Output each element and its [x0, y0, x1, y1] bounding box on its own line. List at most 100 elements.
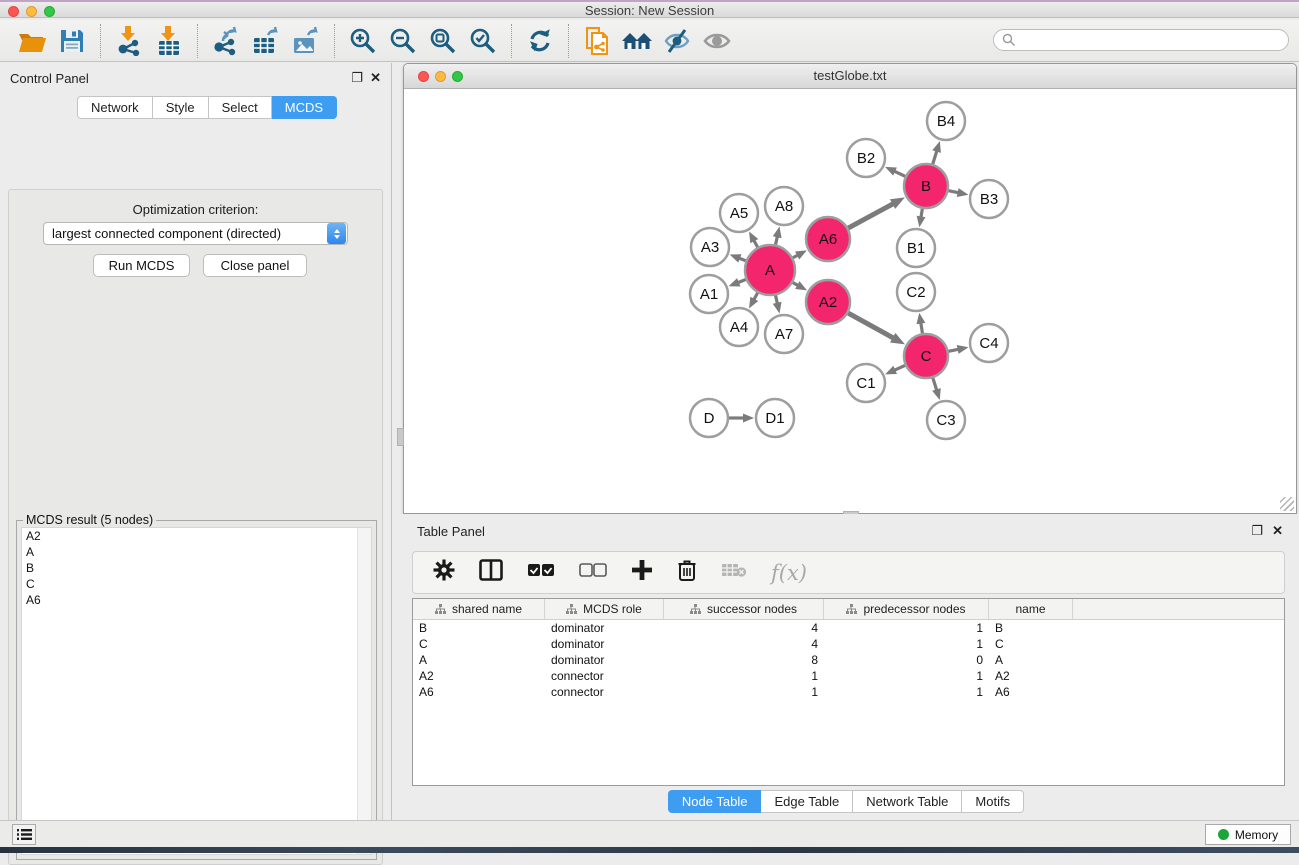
- tab-motifs[interactable]: Motifs: [962, 790, 1024, 813]
- table-cell: 1: [824, 669, 989, 683]
- result-item[interactable]: C: [22, 576, 371, 592]
- gear-icon[interactable]: [433, 559, 455, 586]
- table-cell: 1: [824, 621, 989, 635]
- result-item[interactable]: B: [22, 560, 371, 576]
- memory-button[interactable]: Memory: [1205, 824, 1291, 845]
- show-panels-button[interactable]: [12, 824, 36, 845]
- node-label-B1: B1: [907, 240, 925, 257]
- tab-node-table[interactable]: Node Table: [668, 790, 762, 813]
- toolbar-separator: [511, 24, 512, 58]
- hierarchy-icon: [435, 604, 446, 615]
- table-cell: connector: [545, 669, 664, 683]
- column-header-predecessor-nodes[interactable]: predecessor nodes: [824, 599, 989, 619]
- import-table-icon[interactable]: [149, 23, 189, 59]
- hide-labels-icon[interactable]: [657, 23, 697, 59]
- export-image-icon[interactable]: [286, 23, 326, 59]
- result-item[interactable]: A6: [22, 592, 371, 608]
- edge-arrowhead: [730, 254, 742, 262]
- table-panel-title: Table Panel: [417, 524, 485, 539]
- float-table-panel-icon[interactable]: ❐: [1251, 523, 1263, 539]
- table-cell: 4: [664, 637, 824, 651]
- node-label-A: A: [765, 262, 775, 279]
- result-item[interactable]: A: [22, 544, 371, 560]
- result-item[interactable]: A2: [22, 528, 371, 544]
- close-panel-icon[interactable]: ✕: [370, 70, 381, 86]
- graph-edge[interactable]: [933, 378, 937, 391]
- zoom-fit-icon[interactable]: [423, 23, 463, 59]
- zoom-out-icon[interactable]: [383, 23, 423, 59]
- column-header-MCDS-role[interactable]: MCDS role: [545, 599, 664, 619]
- column-header-name[interactable]: name: [989, 599, 1073, 619]
- refresh-icon[interactable]: [520, 23, 560, 59]
- run-mcds-button[interactable]: Run MCDS: [93, 254, 190, 277]
- node-label-B3: B3: [980, 191, 998, 208]
- tab-network-table[interactable]: Network Table: [853, 790, 962, 813]
- node-label-C1: C1: [856, 375, 875, 392]
- table-row[interactable]: Bdominator41B: [413, 620, 1284, 636]
- network-graph[interactable]: B4B2BB3A5A8A6B1A3AA1C2A2A4A7CC4C1C3DD1: [405, 90, 1295, 513]
- node-label-C2: C2: [906, 284, 925, 301]
- tab-style[interactable]: Style: [153, 96, 209, 119]
- column-header-shared-name[interactable]: shared name: [413, 599, 545, 619]
- deselect-all-icon[interactable]: [579, 563, 607, 582]
- tab-select[interactable]: Select: [209, 96, 272, 119]
- delete-icon[interactable]: [677, 558, 697, 587]
- table-cell: 4: [664, 621, 824, 635]
- main-toolbar: [0, 20, 1299, 62]
- neighbors-icon[interactable]: [617, 23, 657, 59]
- split-columns-icon[interactable]: [479, 559, 503, 586]
- close-table-panel-icon[interactable]: ✕: [1272, 523, 1283, 539]
- hierarchy-icon: [566, 604, 577, 615]
- import-network-icon[interactable]: [109, 23, 149, 59]
- table-row[interactable]: Cdominator41C: [413, 636, 1284, 652]
- table-cell: A6: [413, 685, 545, 699]
- graph-edge[interactable]: [933, 150, 937, 164]
- hierarchy-icon: [846, 604, 857, 615]
- tab-mcds[interactable]: MCDS: [272, 96, 337, 119]
- search-input[interactable]: [1016, 33, 1288, 47]
- edge-arrowhead: [885, 167, 897, 176]
- hierarchy-icon: [690, 604, 701, 615]
- mcds-result-box: MCDS result (5 nodes) A2 A B C A6: [16, 520, 377, 860]
- list-icon: [17, 828, 32, 841]
- edge-arrowhead: [743, 414, 754, 423]
- edge-arrowhead: [885, 366, 897, 375]
- table-tabs: Node Table Edge Table Network Table Moti…: [393, 790, 1299, 813]
- table-cell: 0: [824, 653, 989, 667]
- table-row[interactable]: A2connector11A2: [413, 668, 1284, 684]
- graph-edge[interactable]: [848, 313, 894, 339]
- network-window-titlebar[interactable]: testGlobe.txt: [404, 64, 1296, 89]
- export-table-icon[interactable]: [246, 23, 286, 59]
- edge-arrowhead: [917, 216, 926, 228]
- vertical-divider-handle[interactable]: [397, 428, 404, 446]
- zoom-in-icon[interactable]: [343, 23, 383, 59]
- toolbar-separator: [197, 24, 198, 58]
- column-header-successor-nodes[interactable]: successor nodes: [664, 599, 824, 619]
- graph-edge[interactable]: [848, 203, 894, 228]
- float-panel-icon[interactable]: ❐: [351, 70, 363, 86]
- export-network-icon[interactable]: [206, 23, 246, 59]
- result-scrollbar[interactable]: [357, 528, 371, 854]
- delete-table-icon[interactable]: [721, 561, 747, 584]
- criterion-select[interactable]: largest connected component (directed): [43, 222, 348, 245]
- eye-icon[interactable]: [697, 23, 737, 59]
- toolbar-separator: [100, 24, 101, 58]
- tab-edge-table[interactable]: Edge Table: [761, 790, 853, 813]
- table-toolbar: f(x): [412, 551, 1285, 594]
- open-file-icon[interactable]: [12, 23, 52, 59]
- table-cell: B: [413, 621, 545, 635]
- resize-grip-icon[interactable]: [1280, 497, 1294, 511]
- select-all-icon[interactable]: [527, 563, 555, 582]
- table-cell: 1: [824, 637, 989, 651]
- duplicate-network-icon[interactable]: [577, 23, 617, 59]
- select-stepper-icon: [327, 223, 346, 244]
- zoom-selected-icon[interactable]: [463, 23, 503, 59]
- close-panel-button[interactable]: Close panel: [203, 254, 307, 277]
- table-row[interactable]: Adominator80A: [413, 652, 1284, 668]
- function-builder-icon[interactable]: f(x): [771, 561, 807, 585]
- tab-network[interactable]: Network: [77, 96, 153, 119]
- table-row[interactable]: A6connector11A6: [413, 684, 1284, 700]
- add-column-icon[interactable]: [631, 559, 653, 586]
- save-session-icon[interactable]: [52, 23, 92, 59]
- memory-status-icon: [1218, 829, 1229, 840]
